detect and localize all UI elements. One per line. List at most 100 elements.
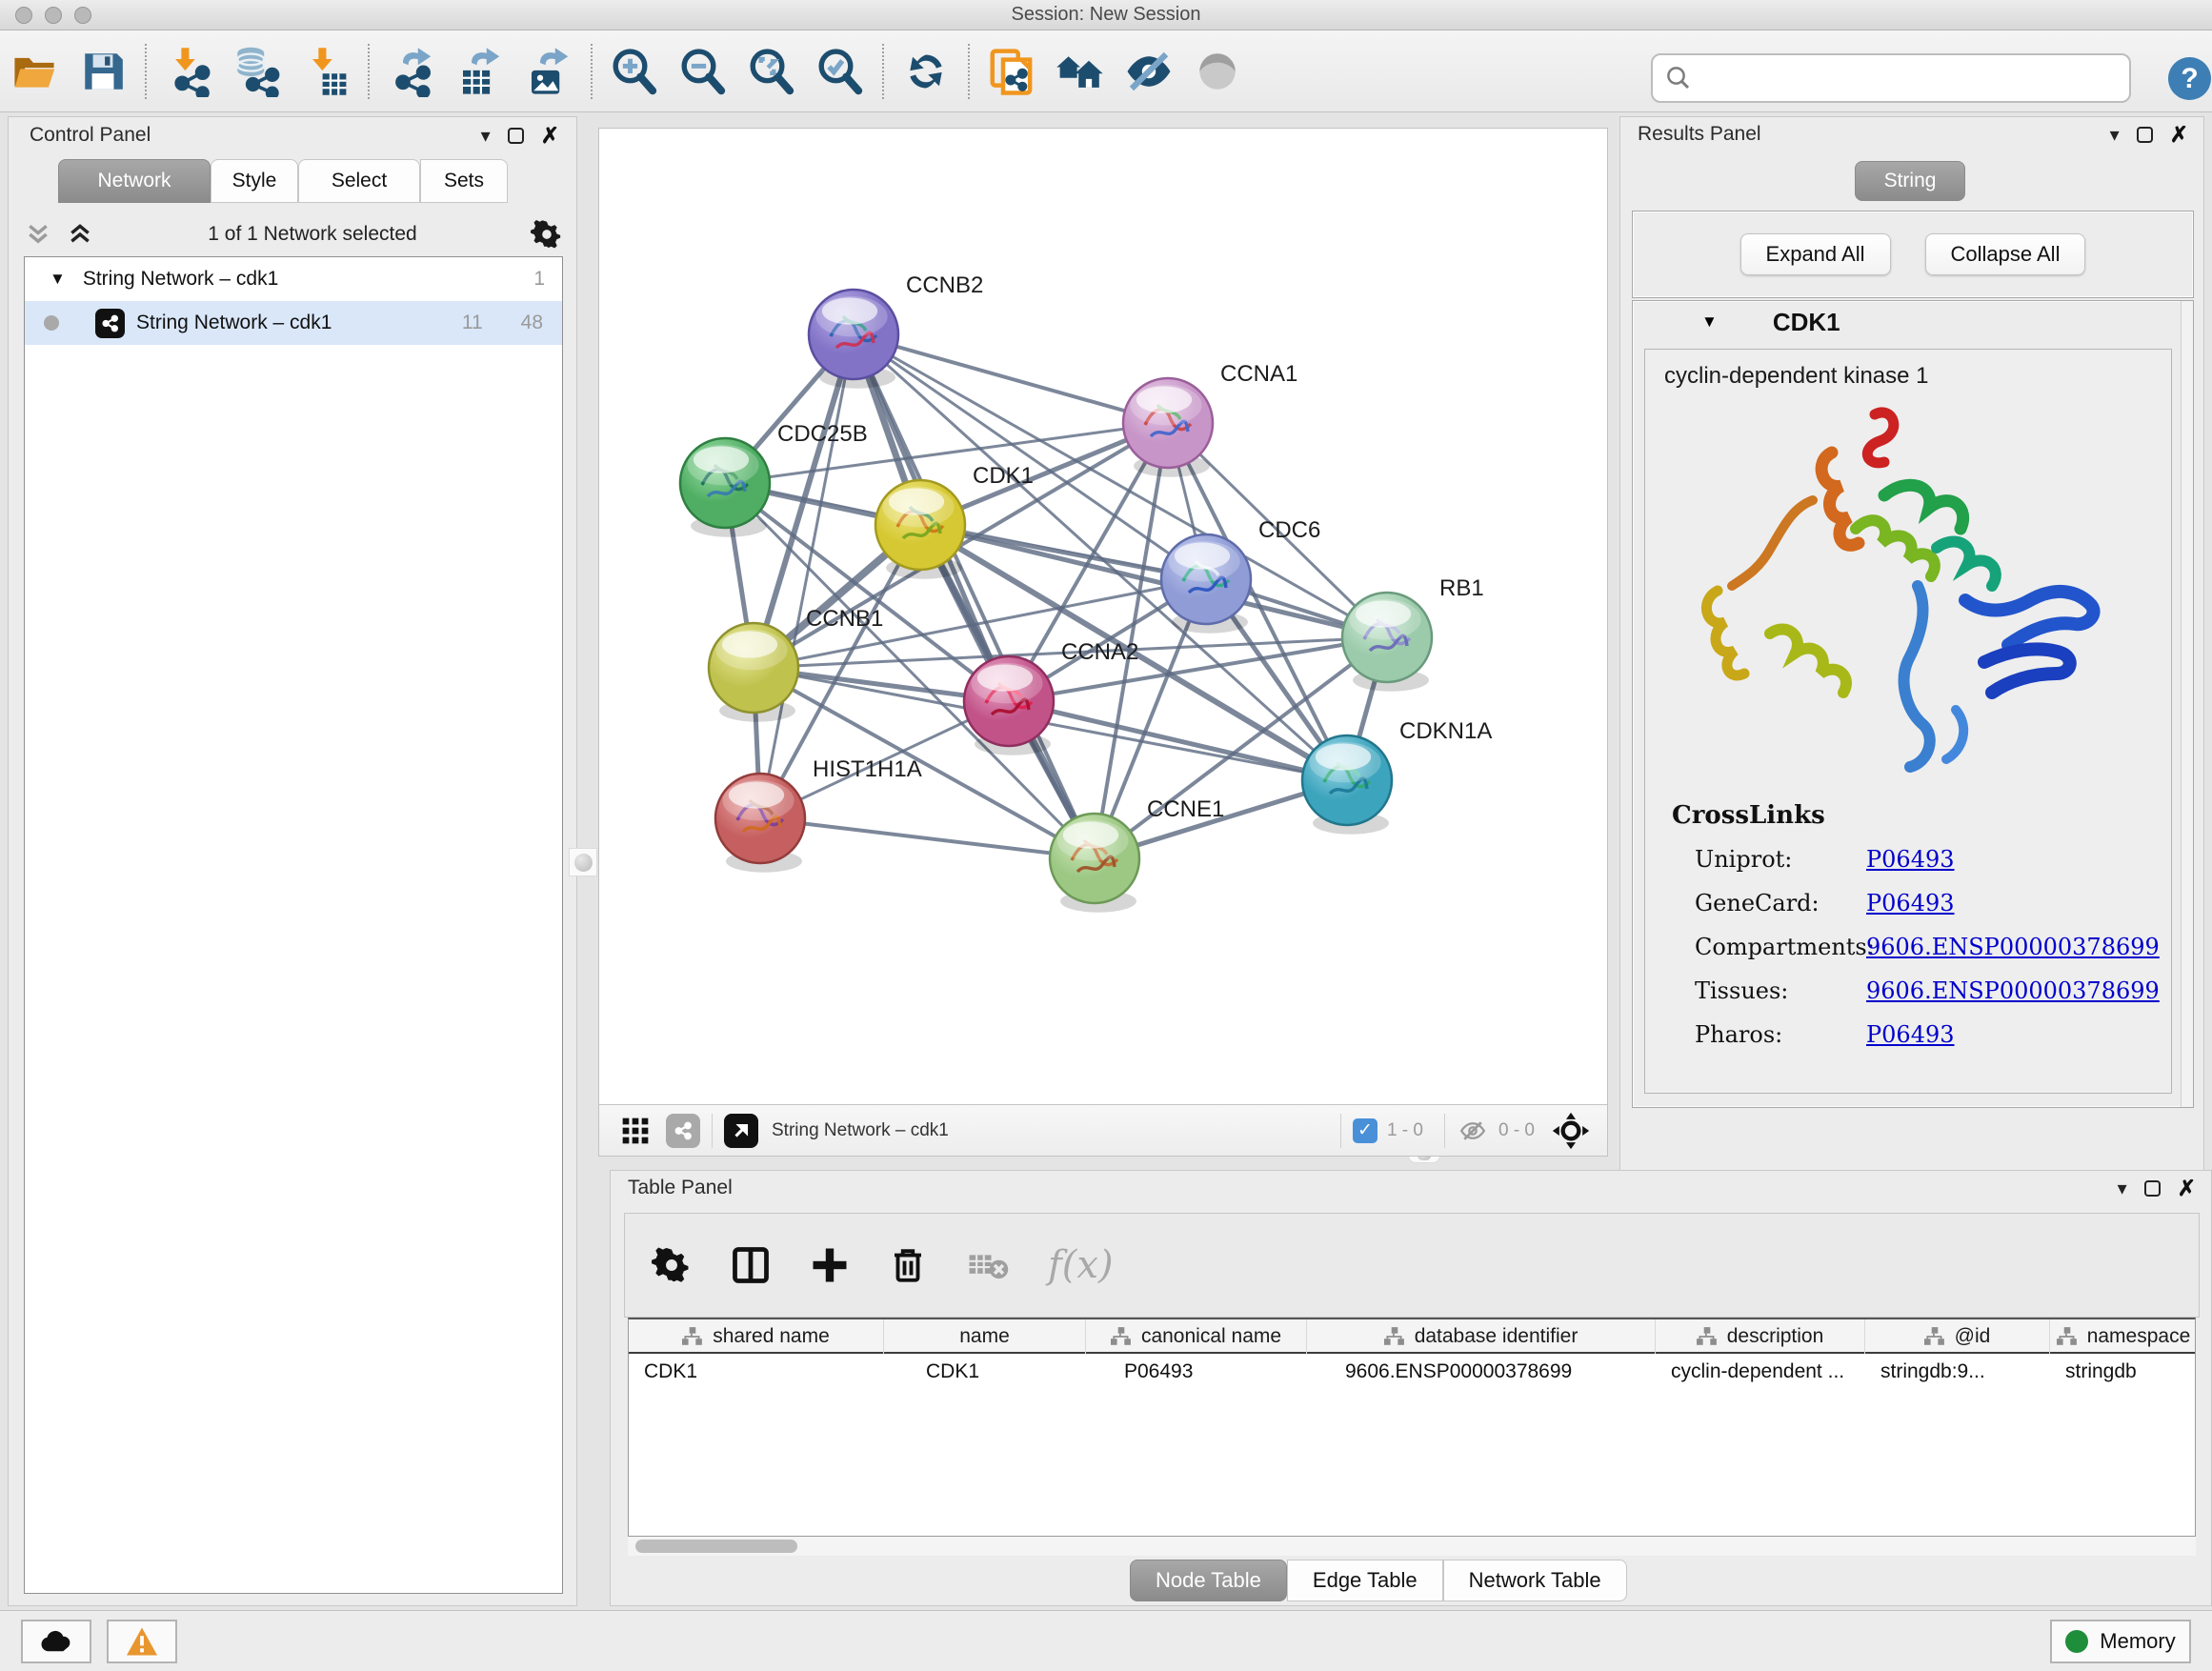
selected-nodes-checkbox-icon[interactable]: ✓ (1353, 1118, 1377, 1143)
network-edge-HIST1H1A-CCNE1[interactable] (760, 818, 1095, 858)
tissues-link[interactable]: 9606.ENSP00000378699 (1866, 977, 2160, 1004)
cell-name[interactable]: CDK1 (884, 1354, 1086, 1390)
expand-all-button[interactable]: Expand All (1740, 233, 1891, 275)
import-table-icon[interactable] (292, 40, 360, 103)
column-header-description[interactable]: description (1656, 1319, 1865, 1354)
hidden-eye-icon[interactable] (1457, 1117, 1489, 1145)
hide-selected-icon[interactable] (1115, 40, 1183, 103)
tab-network[interactable]: Network (58, 159, 211, 203)
minimize-window-icon[interactable] (45, 7, 62, 24)
tab-string[interactable]: String (1855, 161, 1965, 201)
cloud-button[interactable] (21, 1620, 91, 1663)
uniprot-link[interactable]: P06493 (1866, 846, 1955, 873)
panel-close-icon[interactable]: ✗ (541, 123, 559, 149)
birdseye-crosshair-icon[interactable] (1552, 1112, 1590, 1150)
collapse-all-icon[interactable] (24, 222, 52, 247)
pharos-link[interactable]: P06493 (1866, 1021, 1955, 1048)
export-network-icon[interactable] (377, 40, 446, 103)
gene-detail-box: cyclin-dependent kinase 1 (1644, 349, 2172, 1094)
export-table-icon[interactable] (446, 40, 514, 103)
export-image-icon[interactable] (514, 40, 583, 103)
panel-collapse-icon[interactable]: ▾ (2118, 1177, 2127, 1200)
network-node-RB1[interactable]: RB1 (1342, 575, 1484, 692)
column-header-id[interactable]: @id (1865, 1319, 2050, 1354)
cell-canonical-name[interactable]: P06493 (1086, 1354, 1307, 1390)
collapse-all-button[interactable]: Collapse All (1925, 233, 2086, 275)
node-table[interactable]: shared name name canonical name database… (628, 1318, 2196, 1537)
column-header-namespace[interactable]: namespace (2050, 1319, 2197, 1354)
panel-close-icon[interactable]: ✗ (2178, 1176, 2196, 1201)
network-edge-CCNB2-HIST1H1A[interactable] (760, 334, 854, 818)
refresh-icon[interactable] (892, 40, 960, 103)
compartments-link[interactable]: 9606.ENSP00000378699 (1866, 934, 2160, 960)
import-network-database-icon[interactable] (223, 40, 292, 103)
expand-all-icon[interactable] (66, 222, 94, 247)
column-header-name[interactable]: name (884, 1319, 1086, 1354)
cell-shared-name[interactable]: CDK1 (629, 1354, 884, 1390)
memory-button[interactable]: Memory (2050, 1620, 2191, 1663)
column-header-database-identifier[interactable]: database identifier (1307, 1319, 1656, 1354)
tab-edge-table[interactable]: Edge Table (1287, 1560, 1443, 1601)
detach-view-icon[interactable] (724, 1114, 758, 1148)
network-edge-CCNA2-CDKN1A[interactable] (1009, 701, 1347, 780)
network-node-CCNA1[interactable]: CCNA1 (1123, 361, 1297, 477)
table-row[interactable]: CDK1 CDK1 P06493 9606.ENSP00000378699 cy… (629, 1354, 2195, 1390)
open-file-icon[interactable] (0, 40, 69, 103)
help-button[interactable]: ? (2168, 57, 2211, 100)
network-node-HIST1H1A[interactable]: HIST1H1A (715, 756, 922, 873)
cell-namespace[interactable]: stringdb (2050, 1354, 2197, 1390)
network-row[interactable]: String Network – cdk1 11 48 (25, 301, 562, 345)
left-splitter-handle[interactable] (569, 848, 597, 876)
zoom-fit-icon[interactable] (737, 40, 806, 103)
tab-sets[interactable]: Sets (420, 159, 508, 203)
network-canvas[interactable]: CCNB2CCNA1CDC25BCDK1CDC6RB1CCNB1CCNA2CDK… (599, 129, 1607, 1104)
delete-column-icon[interactable] (888, 1245, 928, 1285)
show-all-icon[interactable] (1046, 40, 1115, 103)
panel-float-icon[interactable] (2137, 127, 2153, 143)
search-input[interactable] (1693, 66, 2102, 91)
column-header-canonical-name[interactable]: canonical name (1086, 1319, 1307, 1354)
tab-select[interactable]: Select (298, 159, 420, 203)
panel-collapse-icon[interactable]: ▾ (481, 124, 491, 148)
window-traffic-lights[interactable] (15, 7, 91, 24)
cell-description[interactable]: cyclin-dependent ... (1656, 1354, 1865, 1390)
gene-expand-icon[interactable]: ▼ (1701, 312, 1718, 332)
warning-button[interactable] (107, 1620, 177, 1663)
panel-float-icon[interactable] (2144, 1180, 2161, 1197)
maximize-window-icon[interactable] (74, 7, 91, 24)
tab-node-table[interactable]: Node Table (1130, 1560, 1287, 1601)
network-share-icon[interactable] (666, 1114, 700, 1148)
panel-float-icon[interactable] (508, 128, 524, 144)
toolbar-search[interactable] (1651, 53, 2131, 103)
network-view[interactable]: CCNB2CCNA1CDC25BCDK1CDC6RB1CCNB1CCNA2CDK… (598, 128, 1608, 1157)
toolbar-separator (882, 44, 884, 99)
panel-collapse-icon[interactable]: ▾ (2110, 123, 2120, 147)
tree-expand-icon[interactable]: ▼ (50, 270, 66, 289)
cell-database-identifier[interactable]: 9606.ENSP00000378699 (1307, 1354, 1656, 1390)
show-columns-icon[interactable] (730, 1244, 772, 1286)
table-hscrollbar[interactable] (628, 1537, 2196, 1556)
tab-style[interactable]: Style (211, 159, 298, 203)
zoom-selected-icon[interactable] (806, 40, 875, 103)
close-window-icon[interactable] (15, 7, 32, 24)
import-network-icon[interactable] (154, 40, 223, 103)
network-node-CDKN1A[interactable]: CDKN1A (1302, 718, 1492, 835)
column-header-shared-name[interactable]: shared name (629, 1319, 884, 1354)
grid-view-icon[interactable] (620, 1116, 651, 1146)
genecard-link[interactable]: P06493 (1866, 890, 1955, 916)
network-node-CDK1[interactable]: CDK1 (875, 463, 1034, 579)
tab-network-table[interactable]: Network Table (1443, 1560, 1627, 1601)
network-collection-row[interactable]: ▼ String Network – cdk1 1 (25, 257, 562, 301)
node-label-CDKN1A: CDKN1A (1399, 718, 1492, 744)
zoom-in-icon[interactable] (600, 40, 669, 103)
add-column-icon[interactable] (810, 1245, 850, 1285)
table-hscrollbar-thumb[interactable] (635, 1540, 797, 1553)
gear-icon[interactable] (531, 218, 563, 251)
table-settings-gear-icon[interactable] (652, 1245, 692, 1285)
cell-id[interactable]: stringdb:9... (1865, 1354, 2050, 1390)
duplicate-network-icon[interactable] (977, 40, 1046, 103)
results-scrollbar[interactable] (2181, 301, 2193, 1107)
zoom-out-icon[interactable] (669, 40, 737, 103)
panel-close-icon[interactable]: ✗ (2170, 122, 2188, 148)
save-session-icon[interactable] (69, 40, 137, 103)
